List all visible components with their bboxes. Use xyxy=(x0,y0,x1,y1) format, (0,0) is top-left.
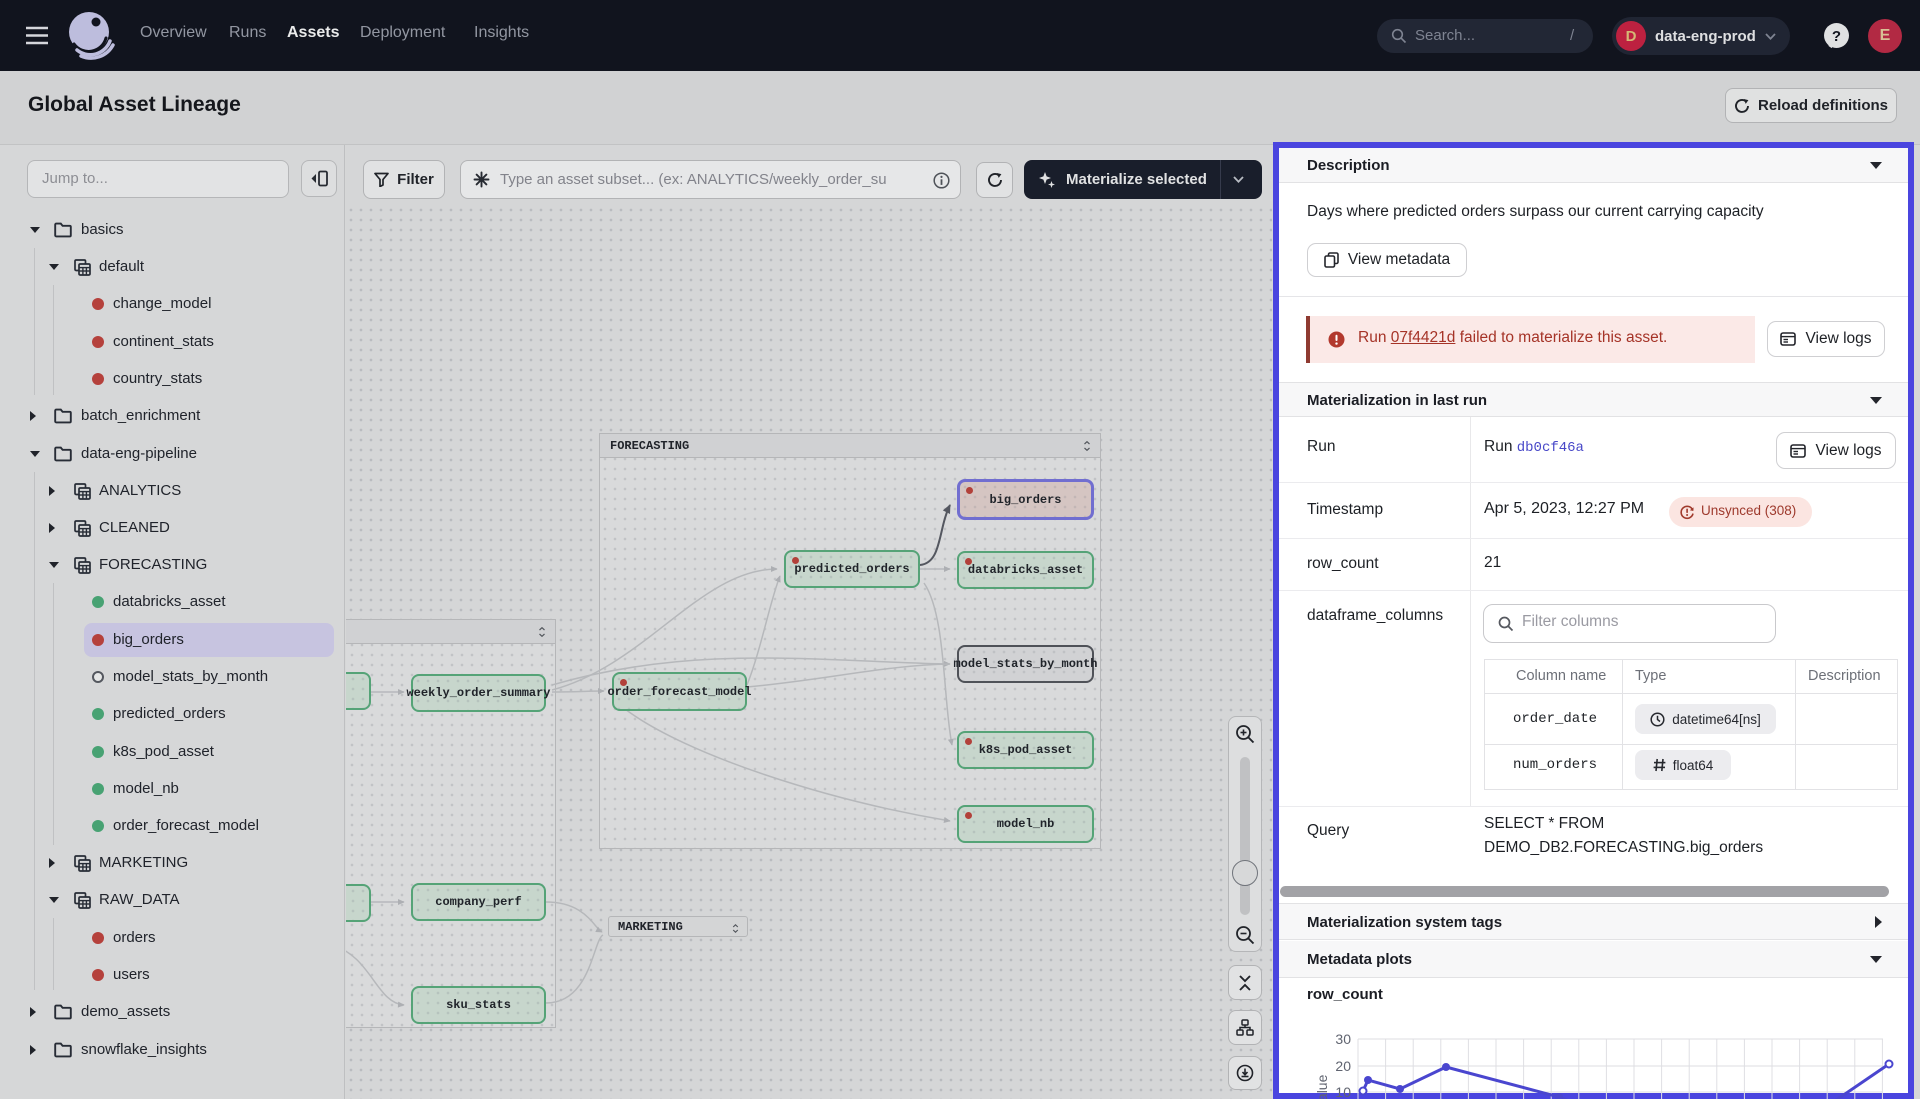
svg-text:30: 30 xyxy=(1335,1031,1351,1047)
svg-text:10: 10 xyxy=(1335,1084,1351,1099)
svg-text:20: 20 xyxy=(1335,1058,1351,1074)
svg-text:Value: Value xyxy=(1314,1074,1330,1099)
